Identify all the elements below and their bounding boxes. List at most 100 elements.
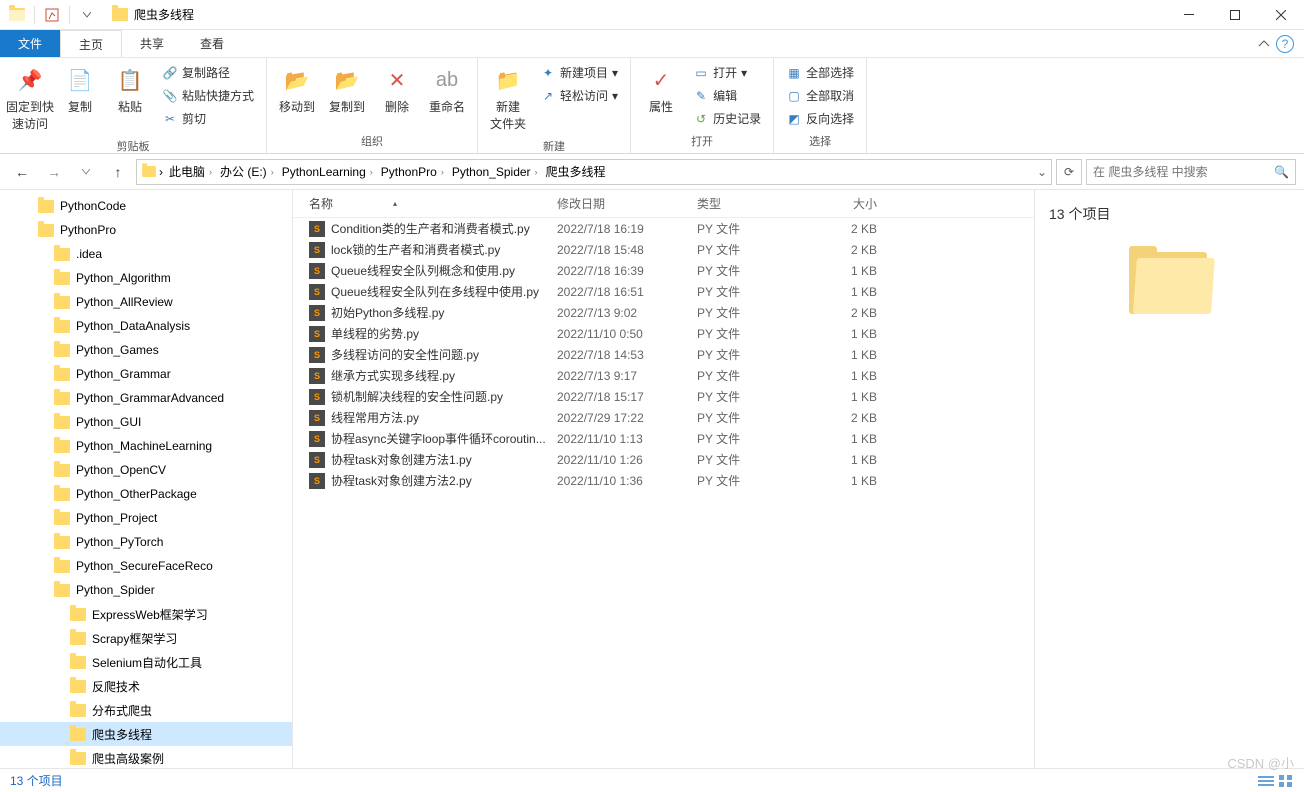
paste-button[interactable]: 📋粘贴: [106, 60, 154, 119]
chevron-right-icon[interactable]: ›: [159, 165, 163, 179]
tree-item[interactable]: Python_Grammar: [0, 362, 292, 386]
qat-properties-icon[interactable]: [41, 4, 63, 26]
refresh-button[interactable]: ⟳: [1056, 159, 1082, 185]
properties-button[interactable]: ✓属性: [637, 60, 685, 119]
easy-access-button[interactable]: ↗轻松访问 ▾: [536, 85, 622, 106]
pin-button[interactable]: 📌固定到快 速访问: [6, 60, 54, 136]
select-none-button[interactable]: ▢全部取消: [782, 85, 858, 106]
view-mode-buttons[interactable]: [1258, 774, 1294, 788]
cut-button[interactable]: ✂剪切: [158, 108, 258, 129]
file-row[interactable]: SQueue线程安全队列在多线程中使用.py2022/7/18 16:51PY …: [293, 281, 1034, 302]
folder-icon: [70, 656, 86, 669]
column-type[interactable]: 类型: [697, 195, 817, 212]
breadcrumb-segment[interactable]: 爬虫多线程: [542, 163, 610, 180]
breadcrumb-segment[interactable]: 办公 (E:)›: [216, 163, 278, 180]
new-folder-button[interactable]: 📁新建 文件夹: [484, 60, 532, 136]
file-row[interactable]: SQueue线程安全队列概念和使用.py2022/7/18 16:39PY 文件…: [293, 260, 1034, 281]
details-view-icon[interactable]: [1258, 774, 1274, 788]
paste-shortcut-button[interactable]: 📎粘贴快捷方式: [158, 85, 258, 106]
tree-item[interactable]: Python_AllReview: [0, 290, 292, 314]
file-row[interactable]: S锁机制解决线程的安全性问题.py2022/7/18 15:17PY 文件1 K…: [293, 386, 1034, 407]
file-row[interactable]: S继承方式实现多线程.py2022/7/13 9:17PY 文件1 KB: [293, 365, 1034, 386]
file-row[interactable]: S协程async关键字loop事件循环coroutin...2022/11/10…: [293, 428, 1034, 449]
search-input[interactable]: [1093, 165, 1274, 179]
delete-button[interactable]: ✕删除: [373, 60, 421, 119]
tree-item[interactable]: Scrapy框架学习: [0, 626, 292, 650]
file-row[interactable]: S线程常用方法.py2022/7/29 17:22PY 文件2 KB: [293, 407, 1034, 428]
tree-item[interactable]: Python_Games: [0, 338, 292, 362]
breadcrumb-segment[interactable]: PythonLearning›: [278, 165, 377, 179]
minimize-button[interactable]: [1166, 0, 1212, 30]
tree-item[interactable]: Python_Project: [0, 506, 292, 530]
tab-view[interactable]: 查看: [182, 30, 242, 57]
tree-item[interactable]: 分布式爬虫: [0, 698, 292, 722]
tree-item[interactable]: ExpressWeb框架学习: [0, 602, 292, 626]
close-button[interactable]: [1258, 0, 1304, 30]
tree-item[interactable]: Python_PyTorch: [0, 530, 292, 554]
tree-item[interactable]: Python_Algorithm: [0, 266, 292, 290]
tab-file[interactable]: 文件: [0, 30, 60, 57]
tree-item[interactable]: Python_Spider: [0, 578, 292, 602]
search-box[interactable]: 🔍: [1086, 159, 1296, 185]
tree-item[interactable]: 爬虫高级案例: [0, 746, 292, 768]
tree-item[interactable]: PythonCode: [0, 194, 292, 218]
qat-dropdown-icon[interactable]: [76, 4, 98, 26]
column-name[interactable]: 名称▴: [309, 195, 557, 212]
back-button[interactable]: ←: [8, 158, 36, 186]
tree-item[interactable]: .idea: [0, 242, 292, 266]
file-row[interactable]: S单线程的劣势.py2022/11/10 0:50PY 文件1 KB: [293, 323, 1034, 344]
tree-item[interactable]: Python_GrammarAdvanced: [0, 386, 292, 410]
tree-item[interactable]: PythonPro: [0, 218, 292, 242]
tab-home[interactable]: 主页: [60, 30, 122, 57]
chevron-right-icon[interactable]: ›: [535, 167, 538, 177]
file-name: 协程task对象创建方法2.py: [331, 472, 472, 489]
history-button[interactable]: ↺历史记录: [689, 108, 765, 129]
tree-item[interactable]: Python_SecureFaceReco: [0, 554, 292, 578]
file-row[interactable]: S协程task对象创建方法2.py2022/11/10 1:36PY 文件1 K…: [293, 470, 1034, 491]
copy-path-button[interactable]: 🔗复制路径: [158, 62, 258, 83]
large-icons-view-icon[interactable]: [1278, 774, 1294, 788]
copy-to-button[interactable]: 📂复制到: [323, 60, 371, 119]
tree-item[interactable]: 反爬技术: [0, 674, 292, 698]
ribbon-collapse-icon[interactable]: [1258, 40, 1270, 48]
tree-item[interactable]: Python_OpenCV: [0, 458, 292, 482]
invert-selection-button[interactable]: ◩反向选择: [782, 108, 858, 129]
maximize-button[interactable]: [1212, 0, 1258, 30]
edit-button[interactable]: ✎编辑: [689, 85, 765, 106]
file-row[interactable]: Slock锁的生产者和消费者模式.py2022/7/18 15:48PY 文件2…: [293, 239, 1034, 260]
navigation-tree[interactable]: PythonCodePythonPro.ideaPython_Algorithm…: [0, 190, 293, 768]
tree-item[interactable]: Python_DataAnalysis: [0, 314, 292, 338]
tree-item[interactable]: Selenium自动化工具: [0, 650, 292, 674]
breadcrumb-segment[interactable]: 此电脑›: [165, 163, 216, 180]
breadcrumb-segment[interactable]: Python_Spider›: [448, 165, 542, 179]
rename-button[interactable]: ab重命名: [423, 60, 471, 119]
tree-item[interactable]: 爬虫多线程: [0, 722, 292, 746]
address-dropdown-icon[interactable]: ⌄: [1037, 165, 1047, 179]
breadcrumb-segment[interactable]: PythonPro›: [377, 165, 448, 179]
copy-button[interactable]: 📄复制: [56, 60, 104, 119]
file-row[interactable]: S协程task对象创建方法1.py2022/11/10 1:26PY 文件1 K…: [293, 449, 1034, 470]
file-row[interactable]: SCondition类的生产者和消费者模式.py2022/7/18 16:19P…: [293, 218, 1034, 239]
tree-item[interactable]: Python_OtherPackage: [0, 482, 292, 506]
recent-locations-button[interactable]: [72, 158, 100, 186]
select-all-button[interactable]: ▦全部选择: [782, 62, 858, 83]
chevron-right-icon[interactable]: ›: [370, 167, 373, 177]
new-item-button[interactable]: ✦新建项目 ▾: [536, 62, 622, 83]
column-size[interactable]: 大小: [817, 195, 897, 212]
chevron-right-icon[interactable]: ›: [271, 167, 274, 177]
forward-button[interactable]: →: [40, 158, 68, 186]
chevron-right-icon[interactable]: ›: [441, 167, 444, 177]
up-button[interactable]: ↑: [104, 158, 132, 186]
address-bar[interactable]: › 此电脑›办公 (E:)›PythonLearning›PythonPro›P…: [136, 159, 1052, 185]
search-icon[interactable]: 🔍: [1274, 165, 1289, 179]
move-to-button[interactable]: 📂移动到: [273, 60, 321, 119]
open-button[interactable]: ▭打开 ▾: [689, 62, 765, 83]
help-button[interactable]: ?: [1276, 35, 1294, 53]
file-row[interactable]: S初始Python多线程.py2022/7/13 9:02PY 文件2 KB: [293, 302, 1034, 323]
tree-item[interactable]: Python_GUI: [0, 410, 292, 434]
tree-item[interactable]: Python_MachineLearning: [0, 434, 292, 458]
tab-share[interactable]: 共享: [122, 30, 182, 57]
chevron-right-icon[interactable]: ›: [209, 167, 212, 177]
file-row[interactable]: S多线程访问的安全性问题.py2022/7/18 14:53PY 文件1 KB: [293, 344, 1034, 365]
column-date[interactable]: 修改日期: [557, 195, 697, 212]
